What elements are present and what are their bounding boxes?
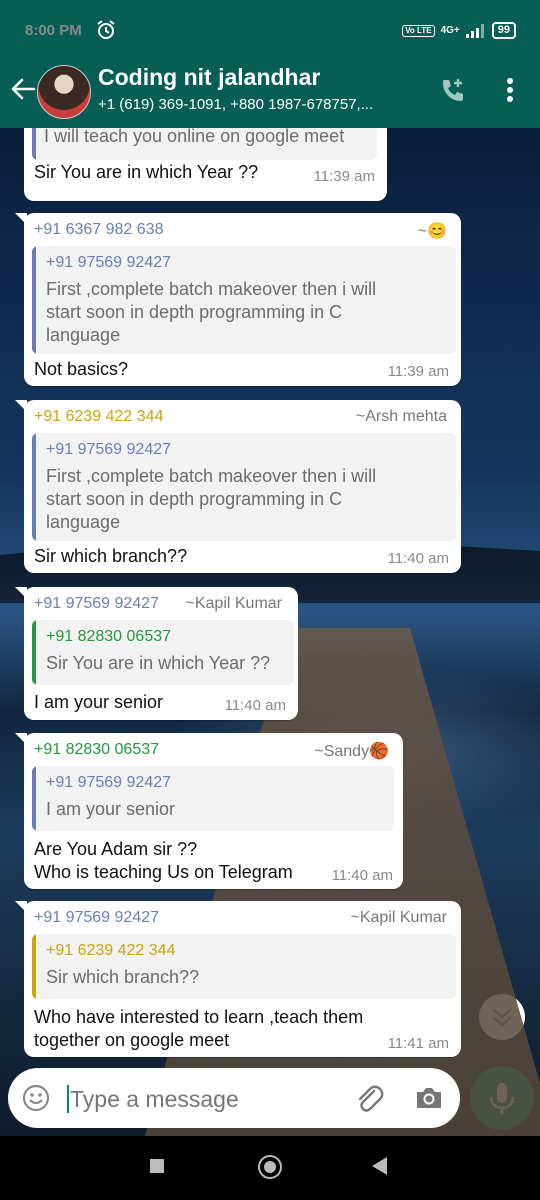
quote-text: I am your senior — [46, 799, 176, 819]
quote-bar — [32, 766, 36, 831]
message-text: Sir You are in which Year ?? — [34, 162, 259, 182]
back-arrow-icon[interactable] — [10, 76, 36, 102]
message-text-line-2: Who is teaching Us on Telegram — [34, 862, 293, 882]
sender-alias: ~Kapil Kumar — [350, 909, 448, 926]
bubble-tail — [15, 400, 27, 412]
message-time: 11:39 am — [313, 168, 375, 185]
message-bubble[interactable]: +91 97569 92427 ~Kapil Kumar +91 82830 0… — [15, 587, 298, 720]
message-bubble[interactable]: +91 6367 982 638 ~😊 +91 97569 92427 Firs… — [15, 213, 461, 386]
message-text-line-1: Are You Adam sir ?? — [34, 839, 198, 859]
chat-header: Coding nit jalandhar +1 (619) 369-1091, … — [0, 52, 540, 128]
quote-bar — [32, 128, 36, 160]
sender-alias: ~Arsh mehta — [355, 408, 447, 425]
quote-sender: +91 97569 92427 — [46, 254, 172, 271]
recents-button[interactable] — [150, 1159, 164, 1173]
attach-icon[interactable] — [352, 1082, 386, 1116]
bubble-tail — [15, 213, 27, 225]
microphone-icon — [489, 1083, 515, 1114]
quote-text: First ,complete batch makeover then i wi… — [46, 466, 377, 532]
chat-participants[interactable]: +1 (619) 369-1091, +880 1987-678757,... — [98, 96, 423, 113]
message-bubble[interactable]: I will teach you online on google meet S… — [24, 128, 387, 201]
emoji-icon[interactable] — [22, 1084, 50, 1112]
message-time: 11:40 am — [387, 550, 449, 567]
quoted-message[interactable]: I will teach you online on google meet — [32, 128, 377, 160]
camera-icon[interactable] — [414, 1083, 444, 1113]
sender-number[interactable]: +91 97569 92427 — [34, 595, 159, 613]
quote-text: First ,complete batch makeover then i wi… — [46, 279, 377, 345]
quoted-message[interactable]: +91 97569 92427 I am your senior — [32, 766, 394, 831]
bubble-tail — [15, 733, 27, 745]
battery-level: 99 — [491, 22, 516, 39]
message-input-bar — [8, 1068, 460, 1128]
quoted-message[interactable]: +91 97569 92427 First ,complete batch ma… — [32, 433, 456, 541]
message-bubble[interactable]: +91 82830 06537 ~Sandy🏀 +91 97569 92427 … — [15, 733, 403, 889]
alarm-icon — [97, 20, 115, 39]
sender-number[interactable]: +91 97569 92427 — [34, 909, 159, 927]
scroll-to-bottom-button[interactable] — [479, 994, 525, 1040]
quote-bar — [32, 620, 36, 685]
group-avatar[interactable] — [37, 65, 91, 119]
sender-number[interactable]: +91 6367 982 638 — [34, 221, 163, 239]
back-nav-icon[interactable] — [370, 1156, 388, 1176]
chat-title[interactable]: Coding nit jalandhar — [98, 64, 320, 91]
quoted-message[interactable]: +91 82830 06537 Sir You are in which Yea… — [32, 620, 294, 685]
quote-bar — [32, 246, 36, 354]
quote-text: Sir which branch?? — [46, 967, 200, 987]
message-bubble[interactable]: +91 97569 92427 ~Kapil Kumar +91 6239 42… — [15, 901, 461, 1057]
sender-number[interactable]: +91 82830 06537 — [34, 741, 159, 759]
sender-alias: ~Kapil Kumar — [185, 595, 283, 612]
quote-text: Sir You are in which Year ?? — [46, 653, 271, 673]
message-time: 11:41 am — [387, 1035, 449, 1052]
add-call-icon[interactable] — [438, 76, 468, 106]
sender-alias: ~Sandy🏀 — [314, 743, 389, 760]
message-time: 11:39 am — [387, 363, 449, 380]
quoted-message[interactable]: +91 97569 92427 First ,complete batch ma… — [32, 246, 456, 354]
bubble-tail — [15, 901, 27, 913]
chat-background: I will teach you online on google meet S… — [0, 128, 540, 1136]
signal-icon — [465, 23, 484, 38]
message-text-line-2: together on google meet — [34, 1030, 230, 1050]
message-bubble[interactable]: +91 6239 422 344 ~Arsh mehta +91 97569 9… — [15, 400, 461, 573]
double-chevron-down-icon — [492, 1008, 512, 1027]
quote-bar — [32, 433, 36, 541]
message-text: I am your senior — [34, 692, 164, 712]
volte-badge: Vo LTE — [402, 24, 435, 37]
more-options-icon[interactable] — [500, 76, 520, 106]
status-bar: 8:00 PM Vo LTE 4G+ 99 — [0, 0, 540, 52]
message-text-line-1: Who have interested to learn ,teach them — [34, 1007, 364, 1027]
voice-record-button[interactable] — [470, 1066, 534, 1130]
system-nav-bar — [0, 1136, 540, 1200]
message-text: Sir which branch?? — [34, 546, 188, 566]
bubble-tail — [15, 587, 27, 599]
network-label: 4G+ — [440, 25, 460, 36]
message-input[interactable] — [68, 1078, 342, 1120]
quote-sender: +91 6239 422 344 — [46, 942, 176, 959]
message-text: Not basics? — [34, 359, 129, 379]
sender-alias: ~😊 — [417, 223, 447, 240]
quote-sender: +91 97569 92427 — [46, 441, 172, 458]
status-icons: Vo LTE 4G+ 99 — [402, 22, 516, 39]
home-dot — [264, 1161, 276, 1173]
quoted-message[interactable]: +91 6239 422 344 Sir which branch?? — [32, 934, 456, 999]
message-time: 11:40 am — [224, 697, 286, 714]
quote-sender: +91 82830 06537 — [46, 628, 172, 645]
home-button[interactable] — [258, 1155, 282, 1179]
sender-number[interactable]: +91 6239 422 344 — [34, 408, 163, 426]
quote-text: I will teach you online on google meet — [44, 128, 345, 146]
message-time: 11:40 am — [331, 867, 393, 884]
quote-sender: +91 97569 92427 — [46, 774, 172, 791]
quote-bar — [32, 934, 36, 999]
